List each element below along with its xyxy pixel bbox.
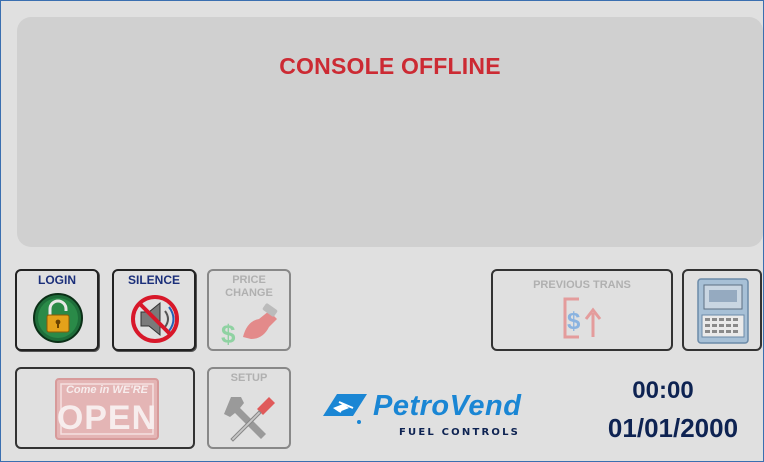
petrovend-logo: PetroVend FUEL CONTROLS (317, 388, 569, 440)
setup-label: SETUP (230, 372, 268, 384)
setup-button[interactable]: SETUP (207, 367, 291, 449)
price-change-label: PRICE CHANGE (225, 274, 273, 299)
svg-text:$: $ (567, 308, 581, 335)
svg-text:$: $ (221, 319, 236, 349)
clock-time: 00:00 (632, 377, 694, 404)
brand-name: PetroVend (373, 390, 522, 422)
fuel-nozzle-dollar-icon: $ (221, 303, 278, 349)
speaker-muted-icon (131, 295, 179, 343)
open-sign-top-text: Come in WE'RE (65, 384, 149, 396)
status-display: CONSOLE OFFLINE (17, 17, 763, 247)
open-sign-button[interactable]: Come in WE'RE OPEN (15, 367, 195, 449)
petrovend-logo-icon (323, 394, 367, 424)
console-screen: CONSOLE OFFLINE LOGIN SILENCE PRICE CHAN… (0, 0, 764, 462)
silence-label: SILENCE (127, 273, 180, 287)
open-sign-main-text: OPEN (56, 399, 158, 437)
previous-trans-button[interactable]: PREVIOUS TRANS $ (491, 269, 673, 351)
brand-tagline: FUEL CONTROLS (399, 427, 521, 438)
login-button[interactable]: LOGIN (15, 269, 99, 351)
padlock-icon (33, 293, 83, 343)
previous-trans-label: PREVIOUS TRANS (533, 279, 631, 291)
terminal-button[interactable] (682, 269, 762, 351)
status-message: CONSOLE OFFLINE (279, 53, 501, 79)
silence-button[interactable]: SILENCE (112, 269, 196, 351)
price-change-button[interactable]: PRICE CHANGE $ (207, 269, 291, 351)
clock-date: 01/01/2000 (607, 413, 739, 443)
login-label: LOGIN (38, 273, 76, 287)
terminal-device-icon (697, 278, 749, 344)
dollar-arrow-icon: $ (563, 297, 602, 339)
wrench-screwdriver-icon (224, 397, 275, 442)
